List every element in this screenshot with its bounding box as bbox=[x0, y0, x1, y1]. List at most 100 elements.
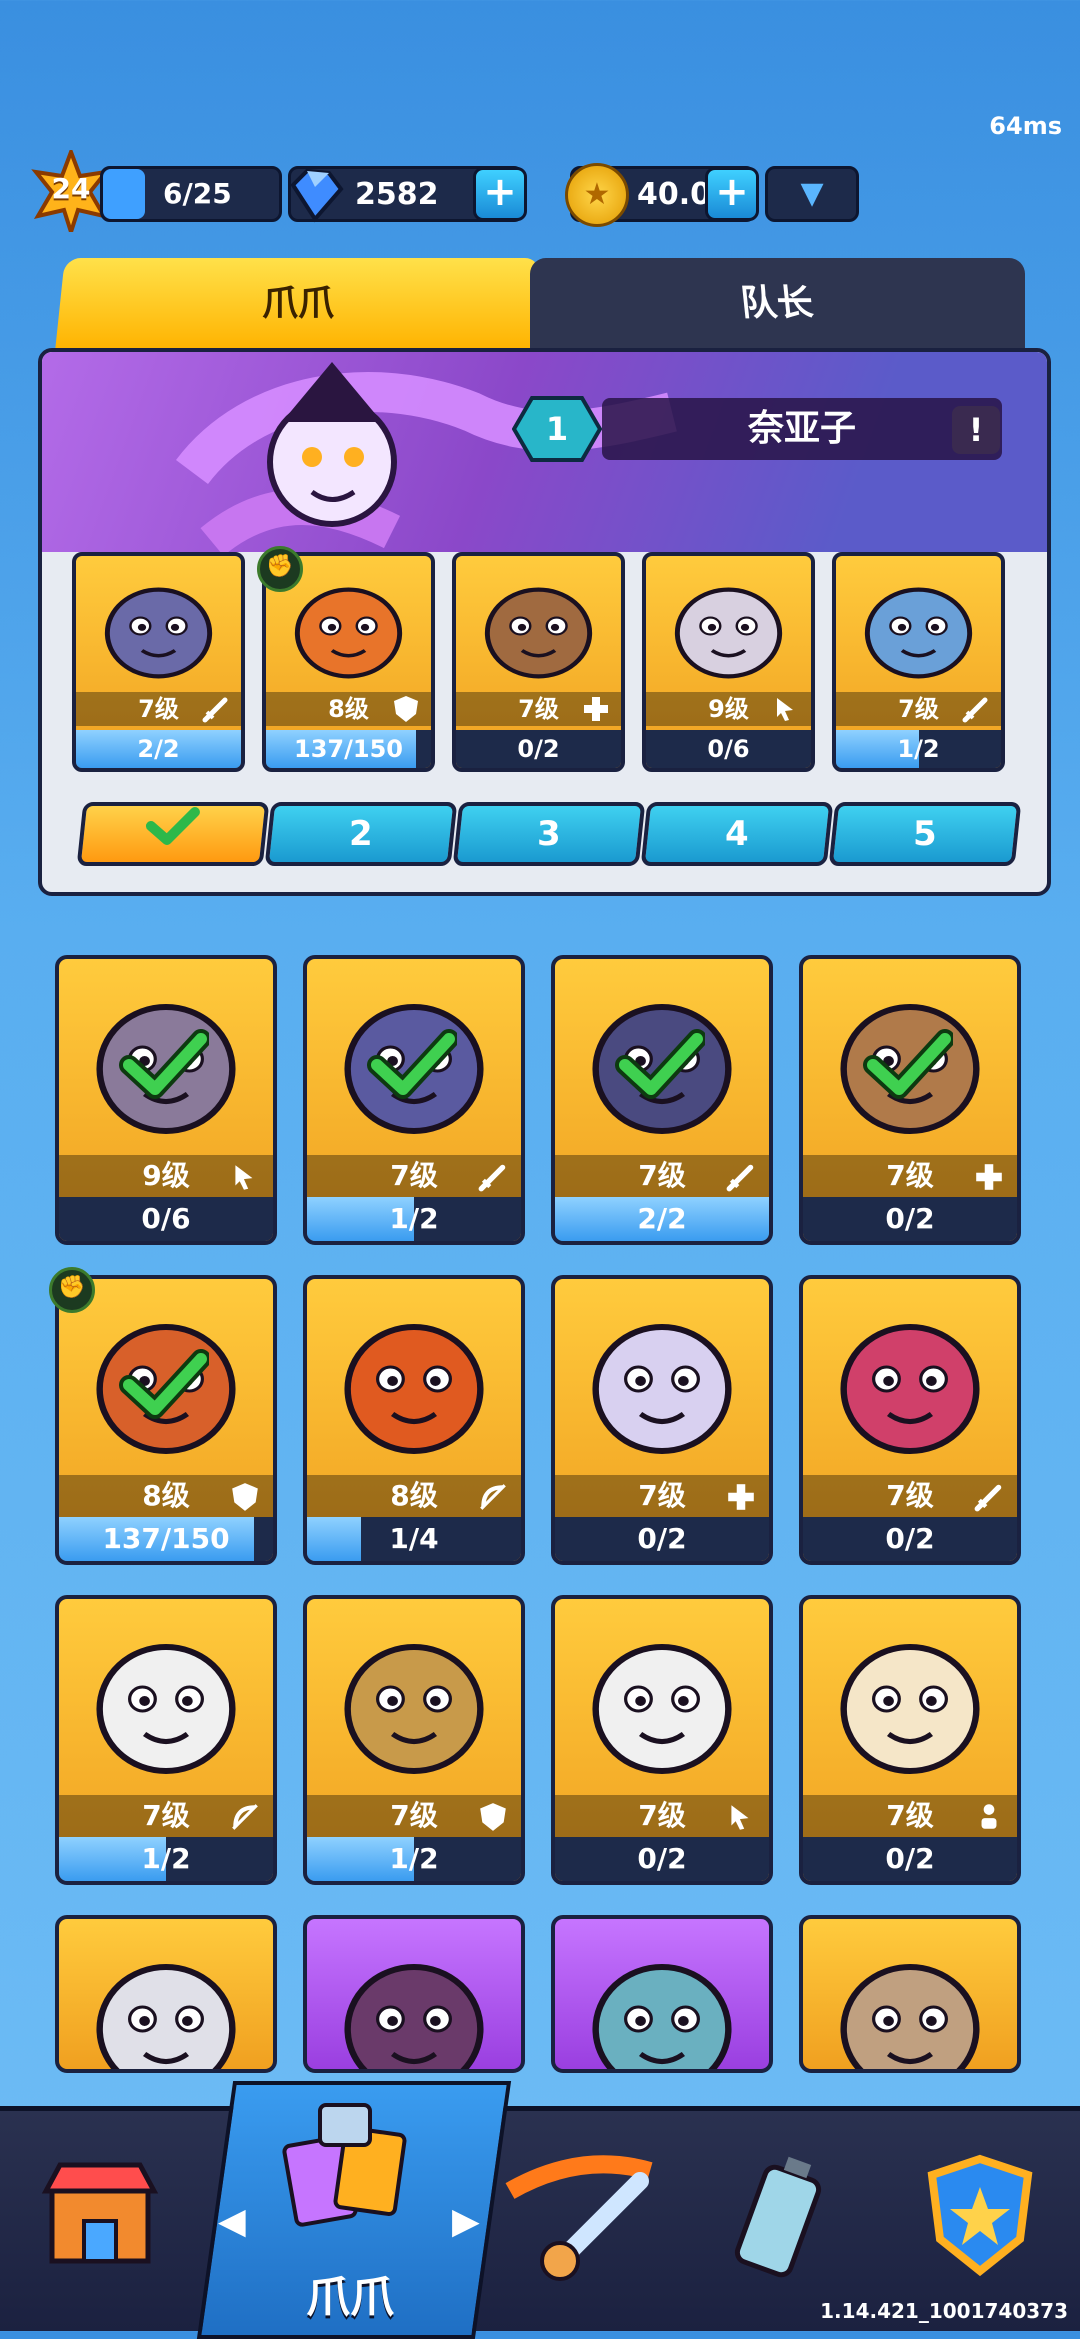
nav-shop[interactable] bbox=[40, 2151, 180, 2291]
card-progress-bar: 1/2 bbox=[59, 1837, 273, 1881]
captain-info-button[interactable]: ! bbox=[952, 406, 1000, 454]
character-portrait bbox=[484, 587, 593, 679]
character-card[interactable]: 9级 0/6 bbox=[55, 955, 277, 1245]
chevron-down-icon[interactable]: ▼ bbox=[765, 166, 859, 222]
character-portrait bbox=[344, 1324, 484, 1454]
character-card[interactable]: 7级 0/2 bbox=[799, 1275, 1021, 1565]
team-slot-2-button[interactable]: 2 bbox=[264, 802, 458, 866]
character-portrait bbox=[840, 1644, 980, 1774]
nav-battery[interactable] bbox=[720, 2151, 860, 2291]
team-slot-1-button[interactable] bbox=[76, 802, 270, 866]
character-card[interactable] bbox=[55, 1915, 277, 2073]
card-progress-text: 137/150 bbox=[102, 1522, 230, 1555]
captain-name: 奈亚子 bbox=[602, 398, 1002, 460]
team-slot-4-button[interactable]: 4 bbox=[640, 802, 834, 866]
heal-icon bbox=[728, 1484, 754, 1510]
card-progress-bar: 0/2 bbox=[803, 1517, 1017, 1561]
card-progress-text: 0/2 bbox=[637, 1842, 687, 1875]
tab-paws[interactable]: 爪爪 bbox=[55, 258, 541, 350]
checkmark-icon bbox=[367, 1029, 457, 1099]
card-progress-bar: 2/2 bbox=[76, 730, 241, 768]
card-progress-text: 1/4 bbox=[389, 1522, 439, 1555]
character-card[interactable] bbox=[799, 1915, 1021, 2073]
add-coins-button[interactable]: + bbox=[705, 167, 759, 221]
checkmark-icon bbox=[119, 1029, 209, 1099]
checkmark-icon bbox=[863, 1029, 953, 1099]
card-progress-text: 0/6 bbox=[141, 1202, 191, 1235]
card-progress-text: 2/2 bbox=[637, 1202, 687, 1235]
character-card[interactable]: 7级 1/2 bbox=[303, 955, 525, 1245]
coin-counter: ★ 40.0k + bbox=[565, 163, 759, 227]
card-progress-text: 137/150 bbox=[294, 735, 403, 763]
top-resource-bar: 24 6/25 2582 + ★ 40.0k + ▼ bbox=[30, 150, 1050, 232]
shield-icon bbox=[232, 1483, 258, 1511]
checkmark-icon bbox=[145, 806, 201, 863]
team-panel: 1 奈亚子 ! 7级 2/2 8级 137/150 7级 0/2 9级 0/6 7级 1/2 ✊ 2… bbox=[38, 348, 1051, 896]
fist-badge-icon: ✊ bbox=[257, 546, 303, 592]
sword-icon bbox=[726, 1164, 754, 1192]
team-member-card[interactable]: 7级 1/2 bbox=[832, 552, 1005, 772]
character-card[interactable] bbox=[551, 1915, 773, 2073]
heal-icon bbox=[976, 1164, 1002, 1190]
character-portrait bbox=[592, 1964, 732, 2069]
cursor-icon bbox=[777, 698, 793, 721]
card-progress-bar: 137/150 bbox=[59, 1517, 273, 1561]
card-progress-text: 0/2 bbox=[885, 1522, 935, 1555]
character-portrait bbox=[344, 1964, 484, 2069]
card-progress-text: 0/2 bbox=[637, 1522, 687, 1555]
team-slots: 2 3 4 5 bbox=[76, 802, 1047, 866]
fist-badge-icon: ✊ bbox=[49, 1267, 95, 1313]
team-slot-5-button[interactable]: 5 bbox=[828, 802, 1022, 866]
character-card[interactable]: 8级 1/4 bbox=[303, 1275, 525, 1565]
character-card[interactable]: 7级 0/2 bbox=[551, 1595, 773, 1885]
team-member-card[interactable]: 7级 0/2 bbox=[452, 552, 625, 772]
nav-right-arrow-icon[interactable]: ▶ bbox=[452, 2201, 480, 2242]
character-portrait bbox=[592, 1644, 732, 1774]
card-progress-bar: 1/4 bbox=[307, 1517, 521, 1561]
character-portrait bbox=[864, 587, 973, 679]
character-card[interactable] bbox=[303, 1915, 525, 2073]
team-members-row: 7级 2/2 8级 137/150 7级 0/2 9级 0/6 7级 1/2 ✊ bbox=[72, 546, 1047, 777]
gem-counter: 2582 + bbox=[288, 166, 527, 223]
xp-text: 6/25 bbox=[163, 177, 232, 210]
card-progress-bar: 1/2 bbox=[836, 730, 1001, 768]
card-progress-text: 1/2 bbox=[897, 735, 940, 763]
coin-icon: ★ bbox=[565, 163, 629, 227]
bottom-nav: 爪爪 ◀ ▶ 1.14.421_1001740373 bbox=[0, 2081, 1080, 2339]
character-portrait bbox=[592, 1324, 732, 1454]
card-progress-bar: 0/2 bbox=[456, 730, 621, 768]
sword-icon bbox=[974, 1484, 1002, 1512]
character-card[interactable]: 7级 0/2 bbox=[551, 1275, 773, 1565]
team-member-card[interactable]: 9级 0/6 bbox=[642, 552, 815, 772]
character-card[interactable]: 7级 1/2 bbox=[55, 1595, 277, 1885]
nav-league[interactable] bbox=[920, 2151, 1060, 2291]
shield-icon bbox=[394, 696, 418, 722]
card-progress-text: 0/2 bbox=[885, 1842, 935, 1875]
card-progress-text: 1/2 bbox=[141, 1842, 191, 1875]
sword-icon bbox=[478, 1164, 506, 1192]
character-portrait bbox=[96, 1644, 236, 1774]
nav-battle[interactable] bbox=[500, 2151, 680, 2291]
character-portrait bbox=[840, 1964, 980, 2069]
xp-bar-fill bbox=[103, 169, 146, 219]
character-card[interactable]: 7级 1/2 bbox=[303, 1595, 525, 1885]
character-portrait bbox=[104, 587, 213, 679]
add-gems-button[interactable]: + bbox=[473, 167, 527, 221]
heal-icon bbox=[584, 697, 608, 721]
character-portrait bbox=[674, 587, 783, 679]
card-progress-bar: 1/2 bbox=[307, 1837, 521, 1881]
card-progress-bar: 2/2 bbox=[555, 1197, 769, 1241]
character-card[interactable]: 7级 0/2 bbox=[799, 1595, 1021, 1885]
bow-icon bbox=[480, 1484, 506, 1510]
team-slot-3-button[interactable]: 3 bbox=[452, 802, 646, 866]
bow-icon bbox=[232, 1804, 258, 1830]
tab-captain[interactable]: 队长 bbox=[530, 258, 1025, 350]
nav-left-arrow-icon[interactable]: ◀ bbox=[218, 2201, 246, 2242]
character-card[interactable]: 7级 0/2 bbox=[799, 955, 1021, 1245]
character-portrait bbox=[96, 1964, 236, 2069]
card-progress-bar: 0/2 bbox=[555, 1517, 769, 1561]
cards-icon bbox=[282, 2103, 407, 2227]
team-member-card[interactable]: 7级 2/2 bbox=[72, 552, 245, 772]
character-card[interactable]: 8级 137/150 bbox=[55, 1275, 277, 1565]
character-card[interactable]: 7级 2/2 bbox=[551, 955, 773, 1245]
